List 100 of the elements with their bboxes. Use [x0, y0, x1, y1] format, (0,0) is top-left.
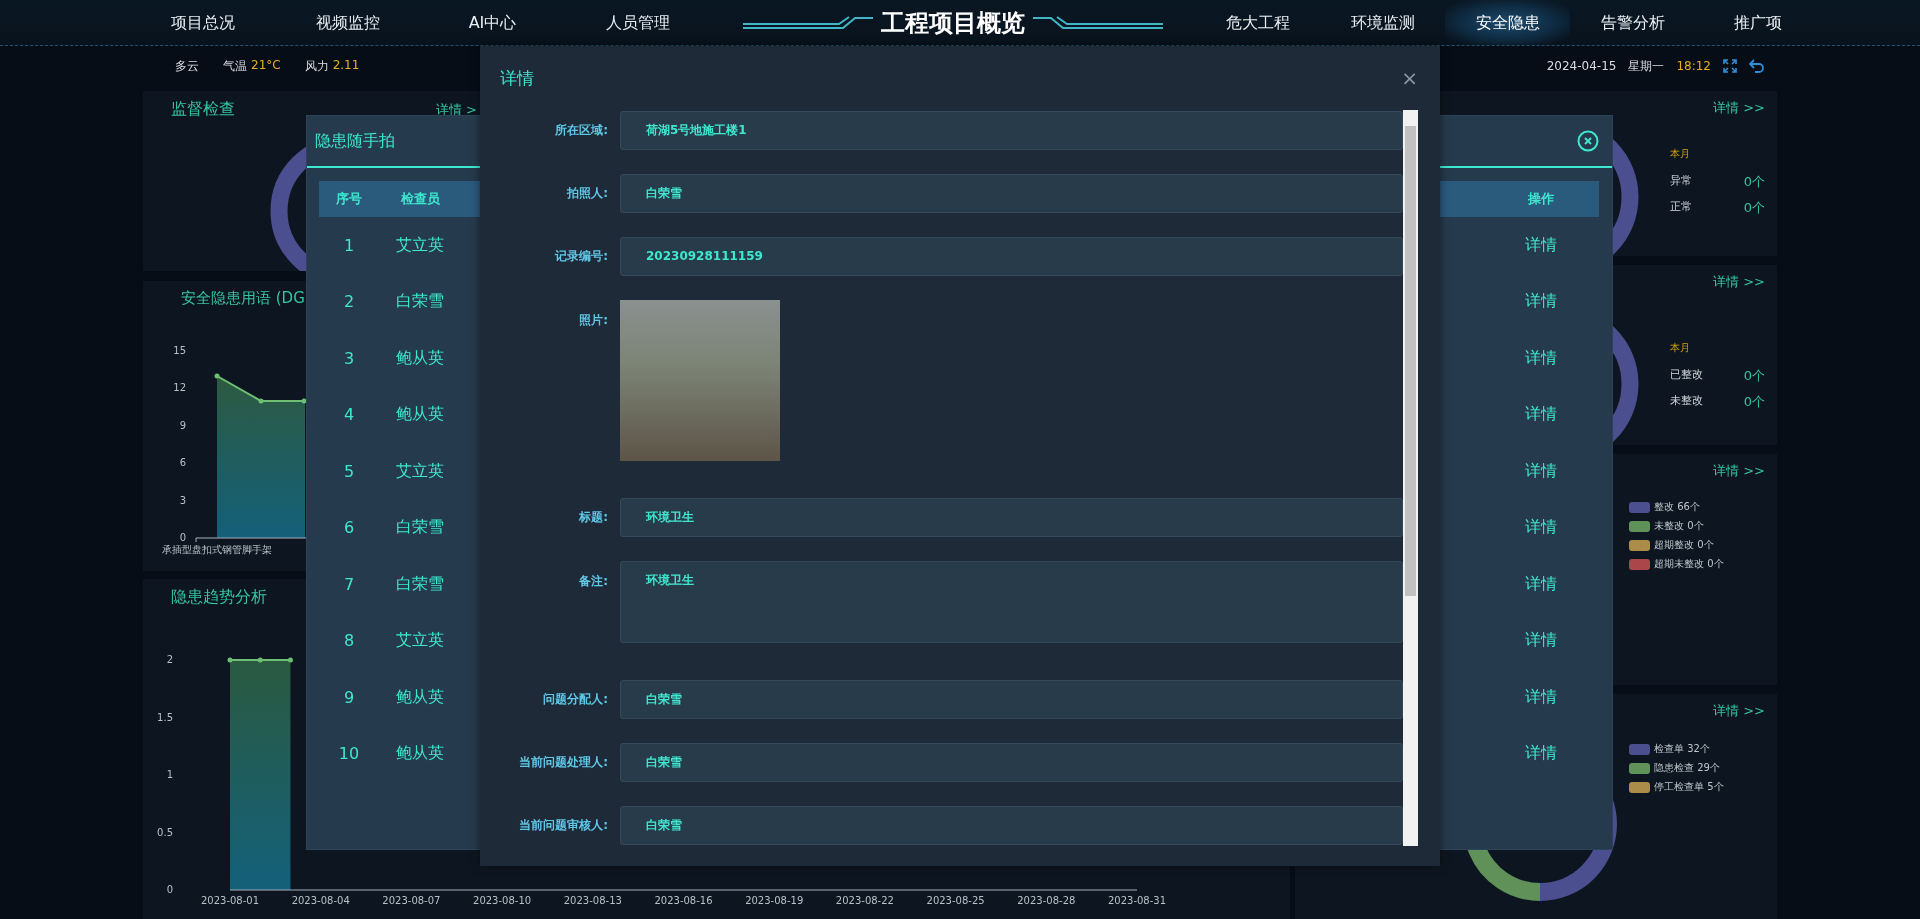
close-button[interactable]: × — [1401, 66, 1418, 90]
table-cell-text: 艾立英 — [395, 460, 445, 482]
field-label: 备注: — [578, 573, 609, 590]
table-cell-text: 8 — [342, 631, 356, 651]
axis-label: 1.5 — [157, 711, 173, 723]
axis-label: 2023-08-25 — [926, 895, 985, 906]
axis-label: 15 — [173, 345, 186, 356]
axis-label: 12 — [173, 382, 186, 394]
table-cell-text: 1 — [342, 235, 356, 255]
axis-label: 1 — [166, 769, 173, 780]
details-link[interactable]: 详情 — [1525, 234, 1557, 254]
nav-tab[interactable]: 推广项 — [1695, 0, 1820, 45]
details-link[interactable]: 详情 — [1525, 404, 1557, 424]
nav-tab[interactable]: 环境监测 — [1320, 0, 1445, 45]
details-link[interactable]: 详情 — [1525, 460, 1557, 480]
stat-value: 0个 — [1743, 199, 1765, 217]
stat-label: 正常 — [1670, 199, 1692, 215]
stat-label: 异常 — [1670, 173, 1692, 189]
axis-label: 0 — [166, 884, 173, 895]
dialog-title: 隐患随手拍 — [315, 130, 395, 152]
nav-tab[interactable]: 危大工程 — [1195, 0, 1320, 45]
wind-label: 风力 — [304, 57, 329, 75]
stat-label: 已整改 — [1670, 367, 1703, 383]
axis-label: 6 — [179, 457, 186, 469]
field-label: 记录编号: — [553, 248, 609, 265]
data-point — [287, 657, 293, 663]
legend-label: 未整改 0个 — [1654, 519, 1704, 533]
details-link[interactable]: 详情 — [1525, 517, 1557, 537]
nav-tab[interactable]: 视频监控 — [275, 0, 420, 45]
axis-label: 2023-08-10 — [473, 895, 532, 906]
time-text: 18:12 — [1676, 59, 1711, 73]
wind-value: 2.11 — [332, 57, 360, 74]
details-link[interactable]: 详情 >> — [1713, 99, 1765, 117]
scrollbar[interactable] — [1403, 110, 1418, 846]
nav-tab[interactable]: AI中心 — [420, 0, 565, 45]
axis-label: 0 — [179, 532, 186, 543]
field-label: 照片: — [578, 312, 609, 329]
text-field[interactable]: 白荣雪 — [620, 680, 1403, 719]
stat-value: 0个 — [1743, 393, 1765, 411]
details-link[interactable]: 详情 — [1525, 686, 1557, 706]
data-point — [257, 657, 263, 663]
axis-label: 2023-08-04 — [291, 895, 350, 906]
back-icon[interactable] — [1749, 59, 1765, 73]
nav-tab[interactable]: 告警分析 — [1570, 0, 1695, 45]
axis-label: 2023-08-31 — [1107, 895, 1167, 906]
details-link[interactable]: 详情 — [1525, 630, 1557, 650]
field-label: 问题分配人: — [542, 691, 609, 708]
table-cell-text: 9 — [342, 687, 356, 707]
title-decoration-icon — [742, 15, 873, 30]
nav-tab[interactable]: 安全隐患 — [1445, 0, 1570, 45]
period-label: 本月 — [1670, 341, 1691, 355]
remark-field[interactable]: 环境卫生 — [620, 561, 1403, 643]
weekday-text: 星期一 — [1628, 57, 1665, 75]
legend-label: 超期整改 0个 — [1654, 538, 1714, 552]
close-icon[interactable] — [1577, 130, 1599, 152]
table-cell-text: 7 — [342, 574, 356, 594]
date-text: 2024-04-15 — [1546, 59, 1617, 73]
table-cell-text: 10 — [337, 744, 361, 764]
text-field[interactable]: 白荣雪 — [620, 806, 1403, 845]
details-link[interactable]: 详情 >> — [1713, 702, 1765, 720]
text-field[interactable]: 白荣雪 — [620, 174, 1403, 213]
period-label: 本月 — [1670, 147, 1691, 161]
table-cell-text: 4 — [342, 405, 356, 425]
table-cell-text: 鲍从英 — [395, 686, 445, 708]
text-field[interactable]: 荷湖5号地施工楼1 — [620, 111, 1403, 150]
axis-label: 2023-08-22 — [835, 895, 894, 906]
axis-label: 2023-08-01 — [200, 895, 260, 906]
field-label: 标题: — [578, 509, 609, 526]
axis-label: 2023-08-16 — [654, 895, 713, 906]
axis-label: 2023-08-07 — [382, 895, 441, 906]
details-link[interactable]: 详情 — [1525, 573, 1557, 593]
axis-label: 0.5 — [157, 826, 173, 838]
axis-label: 3 — [179, 494, 186, 506]
details-link[interactable]: 详情 — [1525, 347, 1557, 367]
weather-text: 多云 — [175, 57, 199, 75]
axis-label: 9 — [179, 419, 186, 431]
text-field[interactable]: 20230928111159 — [620, 237, 1403, 276]
table-cell-text: 鲍从英 — [395, 347, 445, 369]
details-link[interactable]: 详情 — [1525, 743, 1557, 763]
text-field[interactable]: 环境卫生 — [620, 498, 1403, 537]
details-link[interactable]: 详情 >> — [1713, 462, 1765, 480]
text-field[interactable]: 白荣雪 — [620, 743, 1403, 782]
details-link[interactable]: 详情 >> — [1713, 273, 1765, 291]
nav-tab[interactable]: 项目总况 — [130, 0, 275, 45]
legend-label: 隐患检查 29个 — [1654, 761, 1720, 775]
table-cell-text: 5 — [342, 461, 356, 481]
table-cell-text: 白荣雪 — [395, 573, 445, 595]
temperature-label: 气温 — [223, 57, 247, 75]
stat-label: 未整改 — [1670, 393, 1703, 409]
table-cell-text: 2 — [342, 292, 356, 312]
table-cell-text: 6 — [342, 518, 356, 538]
details-link[interactable]: 详情 — [1525, 291, 1557, 311]
data-point — [227, 657, 233, 663]
legend-label: 整改 66个 — [1654, 500, 1700, 514]
legend-label: 停工检查单 5个 — [1654, 780, 1724, 794]
table-cell-text: 白荣雪 — [395, 517, 445, 539]
legend-label: 检查单 32个 — [1654, 742, 1710, 756]
table-cell-text: 3 — [342, 348, 356, 368]
fullscreen-icon[interactable] — [1723, 59, 1737, 73]
nav-tab[interactable]: 人员管理 — [565, 0, 710, 45]
